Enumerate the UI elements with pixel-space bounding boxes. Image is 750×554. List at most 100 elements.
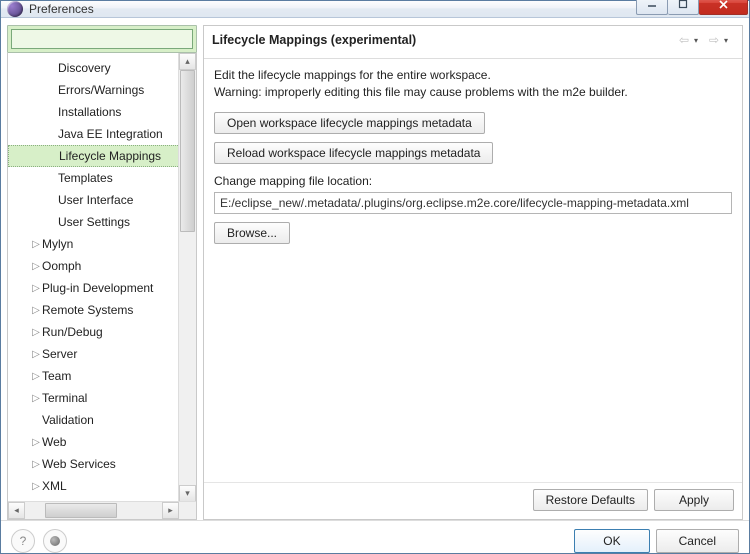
- tree-item-label: Server: [42, 347, 77, 361]
- filter-box: [7, 25, 197, 53]
- tree-item-label: User Settings: [58, 215, 130, 229]
- tree-item-label: Lifecycle Mappings: [59, 149, 161, 163]
- apply-button[interactable]: Apply: [654, 489, 734, 511]
- expand-triangle-icon[interactable]: ▷: [30, 437, 42, 448]
- tree-item-validation[interactable]: Validation: [8, 409, 196, 431]
- page-title: Lifecycle Mappings (experimental): [212, 33, 676, 47]
- tree-item-label: Terminal: [42, 391, 87, 405]
- tree-item-user-settings[interactable]: User Settings: [8, 211, 196, 233]
- description: Edit the lifecycle mappings for the enti…: [214, 67, 732, 102]
- window-controls: [636, 0, 749, 14]
- nav-back-menu-icon[interactable]: ▾: [694, 36, 704, 45]
- main-panel: Lifecycle Mappings (experimental) ⇦ ▾ ⇨ …: [203, 25, 743, 520]
- expand-triangle-icon[interactable]: ▷: [30, 459, 42, 470]
- eclipse-icon: [7, 1, 23, 17]
- sidebar: Discovery Errors/Warnings Installations Jav…: [7, 25, 197, 520]
- tree-item-web-services[interactable]: ▷Web Services: [8, 453, 196, 475]
- restore-defaults-button[interactable]: Restore Defaults: [533, 489, 648, 511]
- tree-item-label: Run/Debug: [42, 325, 103, 339]
- scroll-down-arrow-icon[interactable]: ▾: [179, 485, 196, 502]
- tree-item-label: Errors/Warnings: [58, 83, 144, 97]
- expand-triangle-icon[interactable]: ▷: [30, 327, 42, 338]
- tree-item-run-debug[interactable]: ▷Run/Debug: [8, 321, 196, 343]
- horizontal-scroll-thumb[interactable]: [45, 503, 117, 518]
- tree-item-label: Web: [42, 435, 66, 449]
- cancel-button[interactable]: Cancel: [656, 529, 739, 553]
- scroll-up-arrow-icon[interactable]: ▴: [179, 53, 196, 70]
- reload-metadata-button[interactable]: Reload workspace lifecycle mappings meta…: [214, 142, 493, 164]
- expand-triangle-icon[interactable]: ▷: [30, 283, 42, 294]
- tree-item-label: Remote Systems: [42, 303, 133, 317]
- description-line1: Edit the lifecycle mappings for the enti…: [214, 68, 491, 82]
- tree-item-label: Installations: [58, 105, 121, 119]
- path-input[interactable]: [214, 192, 732, 214]
- titlebar: Preferences: [1, 1, 749, 18]
- tree-item-templates[interactable]: Templates: [8, 167, 196, 189]
- tree-item-oomph[interactable]: ▷Oomph: [8, 255, 196, 277]
- upper-area: Discovery Errors/Warnings Installations Jav…: [1, 19, 749, 520]
- scroll-left-arrow-icon[interactable]: ◂: [8, 502, 25, 519]
- open-metadata-button[interactable]: Open workspace lifecycle mappings metada…: [214, 112, 485, 134]
- tree-wrap: Discovery Errors/Warnings Installations Jav…: [7, 53, 197, 520]
- preferences-tree[interactable]: Discovery Errors/Warnings Installations Jav…: [8, 53, 196, 501]
- bottom-bar: ? OK Cancel: [1, 520, 749, 554]
- tree-item-label: Team: [42, 369, 71, 383]
- tree-item-label: Oomph: [42, 259, 81, 273]
- tree-item-label: Java EE Integration: [58, 127, 163, 141]
- tree-item-web[interactable]: ▷Web: [8, 431, 196, 453]
- tree-item-lifecycle-mappings[interactable]: Lifecycle Mappings: [8, 145, 196, 167]
- tree-item-user-interface[interactable]: User Interface: [8, 189, 196, 211]
- vertical-scroll-thumb[interactable]: [180, 70, 195, 232]
- tree-item-label: User Interface: [58, 193, 133, 207]
- tree-item-remote-systems[interactable]: ▷Remote Systems: [8, 299, 196, 321]
- expand-triangle-icon[interactable]: ▷: [30, 371, 42, 382]
- tree-item-terminal[interactable]: ▷Terminal: [8, 387, 196, 409]
- close-button[interactable]: [699, 0, 748, 15]
- vertical-scrollbar[interactable]: ▴ ▾: [178, 53, 196, 502]
- main-footer: Restore Defaults Apply: [204, 482, 742, 519]
- path-label: Change mapping file location:: [214, 174, 732, 188]
- nav-arrows: ⇦ ▾ ⇨ ▾: [676, 32, 734, 48]
- main-body: Edit the lifecycle mappings for the enti…: [204, 59, 742, 482]
- description-line2: Warning: improperly editing this file ma…: [214, 85, 628, 99]
- tree-item-discovery[interactable]: Discovery: [8, 57, 196, 79]
- oomph-record-icon[interactable]: [43, 529, 67, 553]
- expand-triangle-icon[interactable]: ▷: [30, 393, 42, 404]
- tree-item-label: Validation: [42, 413, 94, 427]
- tree-item-plug-in-development[interactable]: ▷Plug-in Development: [8, 277, 196, 299]
- tree-item-label: Plug-in Development: [42, 281, 153, 295]
- nav-forward-icon[interactable]: ⇨: [706, 32, 722, 48]
- expand-triangle-icon[interactable]: ▷: [30, 239, 42, 250]
- horizontal-scrollbar[interactable]: ◂ ▸: [8, 501, 196, 519]
- client-area: Discovery Errors/Warnings Installations Jav…: [1, 18, 749, 554]
- nav-forward-menu-icon[interactable]: ▾: [724, 36, 734, 45]
- minimize-button[interactable]: [636, 0, 668, 15]
- scroll-corner: [179, 502, 196, 519]
- filter-input[interactable]: [11, 29, 193, 49]
- window-title: Preferences: [29, 2, 636, 16]
- scroll-right-arrow-icon[interactable]: ▸: [162, 502, 179, 519]
- tree-item-label: Discovery: [58, 61, 111, 75]
- main-header: Lifecycle Mappings (experimental) ⇦ ▾ ⇨ …: [204, 26, 742, 59]
- expand-triangle-icon[interactable]: ▷: [30, 261, 42, 272]
- expand-triangle-icon[interactable]: ▷: [30, 305, 42, 316]
- expand-triangle-icon[interactable]: ▷: [30, 349, 42, 360]
- tree-item-label: Templates: [58, 171, 113, 185]
- tree-item-server[interactable]: ▷Server: [8, 343, 196, 365]
- ok-button[interactable]: OK: [574, 529, 649, 553]
- tree-item-xml[interactable]: ▷XML: [8, 475, 196, 497]
- tree-item-java-ee-integration[interactable]: Java EE Integration: [8, 123, 196, 145]
- nav-back-icon[interactable]: ⇦: [676, 32, 692, 48]
- tree-item-installations[interactable]: Installations: [8, 101, 196, 123]
- tree-item-errors-warnings[interactable]: Errors/Warnings: [8, 79, 196, 101]
- tree-item-label: XML: [42, 479, 67, 493]
- maximize-button[interactable]: [668, 0, 699, 15]
- tree-item-mylyn[interactable]: ▷Mylyn: [8, 233, 196, 255]
- preferences-window: Preferences Discovery Errors/Warnings Inst…: [0, 0, 750, 554]
- tree-item-team[interactable]: ▷Team: [8, 365, 196, 387]
- help-icon[interactable]: ?: [11, 529, 35, 553]
- expand-triangle-icon[interactable]: ▷: [30, 481, 42, 492]
- tree-item-label: Web Services: [42, 457, 116, 471]
- browse-button[interactable]: Browse...: [214, 222, 290, 244]
- tree-item-label: Mylyn: [42, 237, 73, 251]
